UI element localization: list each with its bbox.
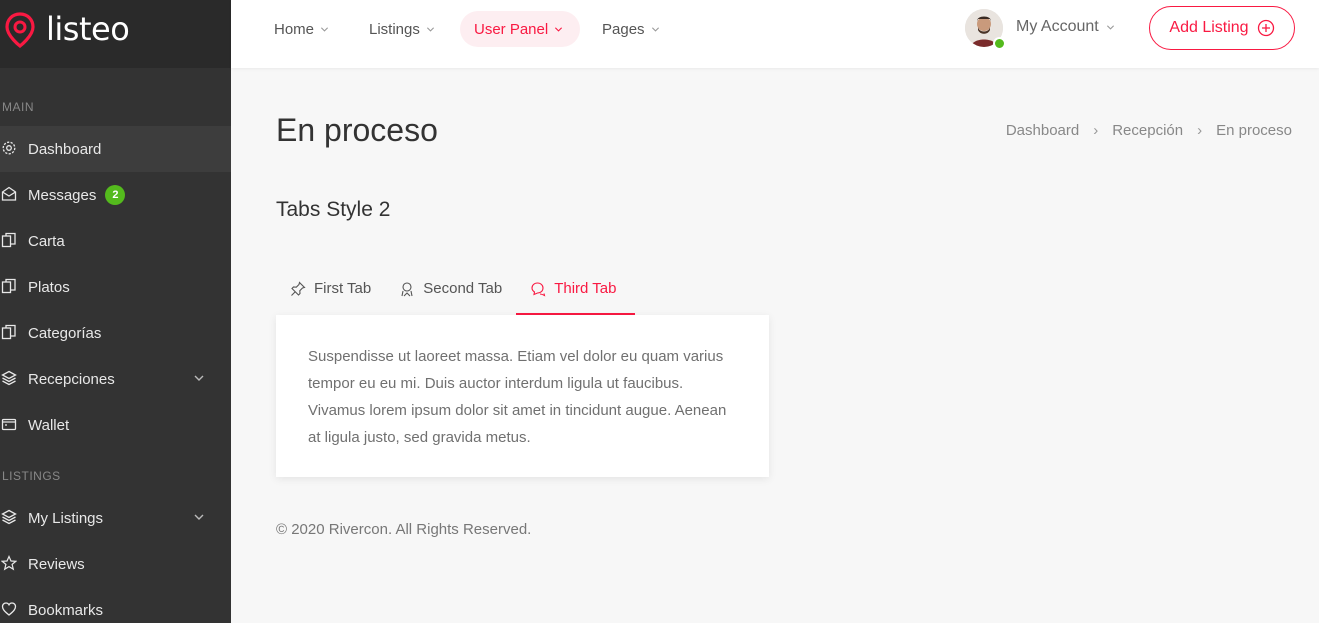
breadcrumb-separator-icon: ›: [1197, 122, 1203, 139]
sidebar-item-my-listings[interactable]: My Listings: [0, 495, 231, 541]
nav-menu-listings[interactable]: Listings: [355, 11, 449, 47]
nav-menu-label: Pages: [602, 20, 645, 38]
chevron-down-icon: [555, 26, 563, 32]
chevron-down-icon: [194, 375, 204, 381]
sidebar-item-reviews[interactable]: Reviews: [0, 541, 231, 587]
sidebar-item-bookmarks[interactable]: Bookmarks: [0, 587, 231, 623]
breadcrumb-item-recepcion[interactable]: Recepción: [1112, 122, 1183, 139]
nav-menu-home[interactable]: Home: [260, 11, 343, 47]
sidebar-item-label: Recepciones: [28, 370, 115, 388]
copy-icon: [1, 232, 19, 250]
sidebar-item-label: Reviews: [28, 555, 85, 573]
chevron-down-icon: [426, 26, 434, 32]
sidebar-item-label: Messages: [28, 186, 97, 204]
heart-icon: [1, 601, 19, 619]
add-listing-button[interactable]: Add Listing: [1149, 6, 1295, 50]
sidebar-item-label: Bookmarks: [28, 601, 104, 619]
pin-icon: [291, 280, 306, 296]
nav-menu-user-panel[interactable]: User Panel: [460, 11, 580, 47]
my-account-menu[interactable]: My Account: [1016, 18, 1115, 36]
sidebar-nav: MAIN Dashboard Messages 2 Carta Platos C…: [0, 68, 231, 623]
sidebar-item-label: My Listings: [28, 509, 104, 527]
tab-bar: First Tab Second Tab Third Tab: [276, 262, 636, 315]
section-title-listings: LISTINGS: [2, 469, 61, 483]
logo-text: listeo: [46, 10, 130, 48]
breadcrumb-item-dashboard[interactable]: Dashboard: [1006, 122, 1079, 139]
section-heading: Tabs Style 2: [276, 198, 391, 221]
chevron-down-icon: [1106, 24, 1114, 30]
sidebar-item-carta[interactable]: Carta: [0, 218, 231, 264]
nav-menu-pages[interactable]: Pages: [588, 11, 674, 47]
envelope-icon: [1, 186, 19, 204]
sidebar-item-platos[interactable]: Platos: [0, 264, 231, 310]
tab-third[interactable]: Third Tab: [516, 262, 636, 315]
chat-icon: [531, 281, 546, 296]
nav-menu-label: User Panel: [474, 20, 549, 38]
footer-copyright: © 2020 Rivercon. All Rights Reserved.: [276, 521, 532, 538]
copy-icon: [1, 278, 19, 296]
sidebar-item-label: Wallet: [28, 416, 70, 434]
add-listing-label: Add Listing: [1169, 19, 1249, 36]
chevron-down-icon: [194, 514, 204, 520]
breadcrumb-separator-icon: ›: [1093, 122, 1099, 139]
page-title: En proceso: [276, 112, 438, 148]
tab-label: Second Tab: [423, 280, 503, 297]
copy-icon: [1, 324, 19, 342]
chevron-down-icon: [320, 26, 329, 32]
section-title-main: MAIN: [2, 100, 34, 114]
map-pin-logo-icon: [5, 12, 35, 48]
sidebar-item-recepciones[interactable]: Recepciones: [0, 356, 231, 402]
tab-second[interactable]: Second Tab: [385, 262, 516, 315]
sidebar-item-categorias[interactable]: Categorías: [0, 310, 231, 356]
user-icon: [401, 281, 413, 296]
breadcrumb: Dashboard › Recepción › En proceso: [1006, 122, 1292, 139]
layers-icon: [1, 509, 19, 527]
wallet-icon: [1, 416, 19, 434]
sidebar-item-messages[interactable]: Messages 2: [0, 172, 231, 218]
nav-menu-label: Listings: [369, 20, 420, 38]
tab-content-panel: Suspendisse ut laoreet massa. Etiam vel …: [276, 315, 769, 477]
tab-label: Third Tab: [554, 280, 617, 297]
breadcrumb-item-current: En proceso: [1216, 122, 1292, 139]
sidebar: listeo MAIN Dashboard Messages 2 Carta P…: [0, 0, 231, 623]
sidebar-item-dashboard[interactable]: Dashboard: [0, 126, 231, 172]
sidebar-item-label: Carta: [28, 232, 65, 250]
chevron-down-icon: [651, 26, 659, 32]
star-icon: [1, 555, 19, 573]
sidebar-item-label: Categorías: [28, 324, 102, 342]
layers-icon: [1, 370, 19, 388]
logo[interactable]: listeo: [0, 0, 231, 68]
gear-icon: [1, 140, 19, 158]
sidebar-item-label: Platos: [28, 278, 70, 296]
online-status-dot: [993, 37, 1006, 50]
tab-content-text: Suspendisse ut laoreet massa. Etiam vel …: [308, 348, 727, 446]
account-label: My Account: [1016, 18, 1099, 35]
plus-circle-icon: [1257, 19, 1274, 37]
nav-menu-label: Home: [274, 20, 315, 38]
sidebar-item-wallet[interactable]: Wallet: [0, 402, 231, 448]
tab-first[interactable]: First Tab: [276, 262, 385, 315]
sidebar-item-label: Dashboard: [28, 140, 102, 158]
tab-label: First Tab: [314, 280, 372, 297]
messages-count-badge: 2: [105, 185, 126, 205]
